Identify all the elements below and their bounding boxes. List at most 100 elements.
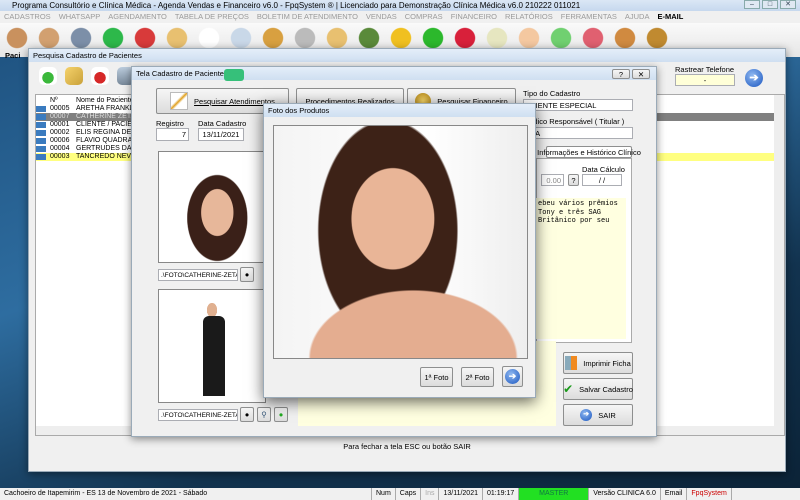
toolbar-icon-15[interactable] <box>452 26 478 50</box>
whatsapp-icon[interactable] <box>224 69 244 81</box>
photo-dialog: Foto dos Produtos 1ª Foto 2ª Foto ➔ <box>263 103 536 398</box>
toolbar-icon-3[interactable] <box>68 26 94 50</box>
row-num: 00005 <box>50 105 70 112</box>
row-num: 00003 <box>50 153 70 160</box>
menu-bar: CADASTROS WHATSAPP AGENDAMENTO TABELA DE PR… <box>0 11 800 23</box>
delete-icon[interactable] <box>91 67 109 85</box>
registro-label: Registro <box>156 119 184 128</box>
arrow-right-icon[interactable]: ➔ <box>745 69 763 87</box>
record-icon <box>36 154 46 160</box>
menu-item[interactable]: RELATÓRIOS <box>505 11 553 23</box>
status-ins: Ins <box>421 488 440 500</box>
toolbar-icon-2[interactable] <box>36 26 62 50</box>
toolbar-icon-4[interactable] <box>100 26 126 50</box>
webcam-icon[interactable]: ● <box>240 267 254 282</box>
toolbar-icon-12[interactable] <box>356 26 382 50</box>
print-record-button[interactable]: Imprimir Ficha <box>563 352 633 374</box>
data-cadastro-input[interactable]: 13/11/2021 <box>198 128 244 141</box>
record-icon <box>36 130 46 136</box>
responsavel-select[interactable]: ELA <box>523 127 633 139</box>
close-icon[interactable]: ✕ <box>632 69 650 79</box>
menu-item[interactable]: AJUDA <box>625 11 650 23</box>
toolbar-icon-14[interactable] <box>420 26 446 50</box>
edit-icon[interactable] <box>65 67 83 85</box>
app-title: Programa Consultório e Clínica Médica - … <box>12 1 581 10</box>
toolbar-icon-5[interactable] <box>132 26 158 50</box>
webcam-icon[interactable]: ● <box>240 407 254 422</box>
menu-item[interactable]: BOLETIM DE ATENDIMENTO <box>257 11 358 23</box>
menu-item[interactable]: AGENDAMENTO <box>108 11 167 23</box>
toolbar-icon-18[interactable] <box>548 26 574 50</box>
photo1-path-input[interactable]: .\FOTO\CATHERINE-ZETA- <box>158 269 238 281</box>
menu-item[interactable]: WHATSAPP <box>59 11 101 23</box>
tipo-cadastro-select[interactable]: CLIENTE ESPECIAL <box>523 99 633 111</box>
toolbar-icon-6[interactable] <box>164 26 190 50</box>
row-num: 00007 <box>50 113 70 120</box>
toolbar-icon-11[interactable] <box>324 26 350 50</box>
status-brand: FpqSystem <box>687 488 732 500</box>
menu-item[interactable]: FINANCEIRO <box>451 11 497 23</box>
toolbar-icon-13[interactable] <box>388 26 414 50</box>
record-icon <box>36 122 46 128</box>
toolbar-icon-8[interactable] <box>228 26 254 50</box>
menu-item[interactable]: VENDAS <box>366 11 397 23</box>
vertical-scrollbar[interactable] <box>774 95 784 435</box>
pencil-icon <box>170 92 189 110</box>
tab-info-historico[interactable]: Informações e Histórico Clínico <box>537 146 641 158</box>
menu-item[interactable]: FERRAMENTAS <box>561 11 617 23</box>
tab-pacientes[interactable]: Paci <box>5 51 20 60</box>
exit-button[interactable]: ➔ SAIR <box>563 404 633 426</box>
data-calculo-input[interactable]: / / <box>582 174 622 186</box>
second-photo-button[interactable]: 2ª Foto <box>461 367 494 387</box>
help-icon[interactable]: ? <box>612 69 630 79</box>
status-time: 01:19:17 <box>483 488 520 500</box>
col-name-header[interactable]: Nome do Paciente <box>76 97 134 105</box>
first-photo-button[interactable]: 1ª Foto <box>420 367 453 387</box>
arrow-right-icon: ➔ <box>580 409 593 421</box>
save-record-button[interactable]: ✔ Salvar Cadastro <box>563 378 633 400</box>
row-num: 00004 <box>50 145 70 152</box>
zoom-icon[interactable]: ⚲ <box>257 407 271 422</box>
status-version: Versão CLINICA 6.0 <box>589 488 661 500</box>
menu-item[interactable]: COMPRAS <box>405 11 443 23</box>
photo-dialog-title: Foto dos Produtos <box>264 104 535 117</box>
status-caps: Caps <box>396 488 422 500</box>
minimize-button[interactable]: – <box>744 0 760 9</box>
menu-item[interactable]: CADASTROS <box>4 11 51 23</box>
historico-textarea[interactable]: ebeu vários prêmios Tony e três SAG Brit… <box>536 198 626 339</box>
row-num: 00001 <box>50 121 70 128</box>
patient-photo-1[interactable] <box>158 151 266 263</box>
col-num-header[interactable]: Nº <box>50 97 76 105</box>
rastrear-telefone-input[interactable]: - <box>675 74 735 86</box>
toolbar-icon-7[interactable] <box>196 26 222 50</box>
help-button[interactable]: ? <box>568 174 579 186</box>
status-bar: Cachoeiro de Itapemirim - ES 13 de Novem… <box>0 488 800 500</box>
record-icon <box>36 106 46 112</box>
toolbar-icon-10[interactable] <box>292 26 318 50</box>
photo2-figure <box>203 316 225 396</box>
record-icon <box>36 138 46 144</box>
responsavel-label: Médico Responsável ( Titular ) <box>523 117 625 126</box>
toolbar-icon-9[interactable] <box>260 26 286 50</box>
add-icon[interactable] <box>39 67 57 85</box>
status-email[interactable]: Email <box>661 488 688 500</box>
app-title-bar: Programa Consultório e Clínica Médica - … <box>0 0 800 11</box>
toolbar-icon-19[interactable] <box>580 26 606 50</box>
photo2-path-input[interactable]: .\FOTO\CATHERINE-ZETA- <box>158 409 238 421</box>
menu-item[interactable]: TABELA DE PREÇOS <box>175 11 249 23</box>
toolbar-icon-21[interactable] <box>644 26 670 50</box>
maximize-button[interactable]: □ <box>762 0 778 9</box>
registro-input[interactable]: 7 <box>156 128 189 141</box>
toolbar-icon-17[interactable] <box>516 26 542 50</box>
valor-input[interactable]: 0.00 <box>541 174 564 186</box>
toolbar-icon-1[interactable] <box>4 26 30 50</box>
toolbar-icon-16[interactable] <box>484 26 510 50</box>
check-icon: ✔ <box>563 382 574 396</box>
upload-icon[interactable]: ● <box>274 407 288 422</box>
toolbar-icon-20[interactable] <box>612 26 638 50</box>
close-button[interactable]: ✕ <box>780 0 796 9</box>
window-controls: – □ ✕ <box>744 0 796 9</box>
menu-item-email[interactable]: E-MAIL <box>657 11 683 23</box>
next-button[interactable]: ➔ <box>502 366 523 387</box>
patient-photo-2[interactable] <box>158 289 266 403</box>
